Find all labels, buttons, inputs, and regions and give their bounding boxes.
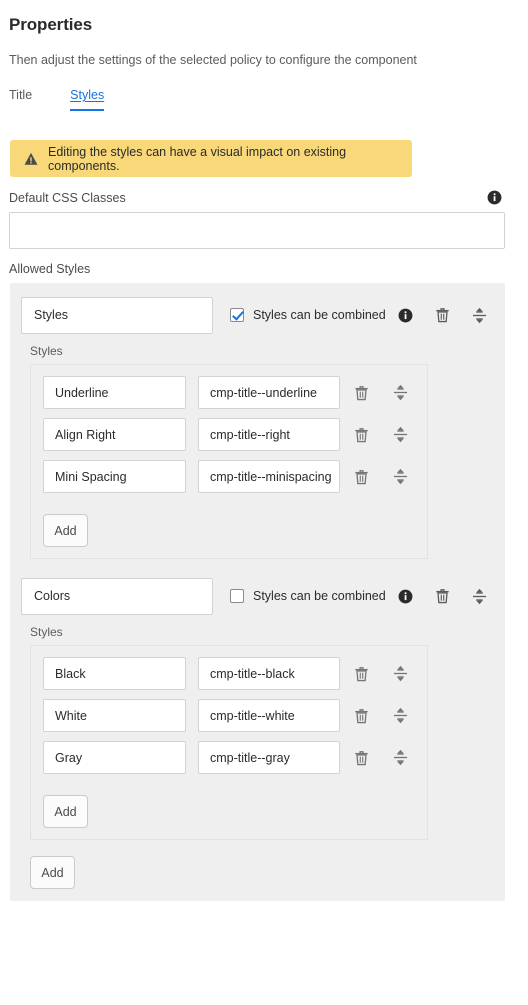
style-class-input[interactable]: cmp-title--underline (198, 376, 340, 409)
styles-sub-label: Styles (30, 344, 63, 358)
style-row: Black cmp-title--black (31, 657, 427, 690)
style-row: Mini Spacing cmp-title--minispacing (31, 460, 427, 493)
page-subtitle: Then adjust the settings of the selected… (9, 53, 417, 67)
styles-sub-label: Styles (30, 625, 63, 639)
group-actions (398, 307, 487, 324)
styles-can-be-combined-checkbox[interactable] (230, 308, 244, 322)
style-class-input[interactable]: cmp-title--black (198, 657, 340, 690)
drag-reorder-icon[interactable] (393, 665, 408, 682)
drag-reorder-icon[interactable] (393, 384, 408, 401)
style-row-actions (354, 384, 408, 401)
style-group: Colors Styles can be combined Styles Bla… (10, 576, 505, 840)
style-class-value: cmp-title--gray (210, 750, 290, 765)
properties-panel: Properties Then adjust the settings of t… (0, 0, 528, 1005)
style-row: White cmp-title--white (31, 699, 427, 732)
trash-icon[interactable] (354, 666, 369, 682)
style-name-input[interactable]: Underline (43, 376, 186, 409)
style-name-value: Align Right (55, 427, 116, 442)
add-style-button[interactable]: Add (43, 514, 88, 547)
style-class-value: cmp-title--right (210, 427, 290, 442)
style-name-value: White (55, 708, 87, 723)
add-style-button[interactable]: Add (43, 795, 88, 828)
style-class-value: cmp-title--minispacing (210, 469, 332, 484)
warning-banner: Editing the styles can have a visual imp… (10, 140, 412, 177)
style-name-value: Black (55, 666, 86, 681)
styles-can-be-combined-label: Styles can be combined (253, 308, 386, 322)
default-css-classes-label: Default CSS Classes (9, 191, 126, 205)
trash-icon[interactable] (435, 307, 450, 323)
trash-icon[interactable] (354, 708, 369, 724)
warning-triangle-icon (24, 152, 38, 165)
style-name-value: Underline (55, 385, 109, 400)
style-name-value: Mini Spacing (55, 469, 127, 484)
styles-can-be-combined-control[interactable]: Styles can be combined (230, 308, 386, 322)
page-title: Properties (9, 15, 93, 34)
allowed-styles-panel: Styles Styles can be combined Styles Und… (10, 283, 505, 901)
group-name-input[interactable]: Styles (21, 296, 213, 334)
style-class-input[interactable]: cmp-title--minispacing (198, 460, 340, 493)
group-name-value: Colors (34, 589, 71, 603)
trash-icon[interactable] (354, 385, 369, 401)
tab-bar: Title Styles (9, 88, 142, 111)
style-name-value: Gray (55, 750, 83, 765)
styles-can-be-combined-checkbox[interactable] (230, 589, 244, 603)
drag-reorder-icon[interactable] (472, 307, 487, 324)
tab-styles[interactable]: Styles (70, 88, 105, 111)
style-row: Underline cmp-title--underline (31, 376, 427, 409)
style-row-actions (354, 707, 408, 724)
style-row: Gray cmp-title--gray (31, 741, 427, 774)
styles-sub-panel: Underline cmp-title--underline Align Rig… (30, 364, 428, 559)
info-icon[interactable] (398, 589, 413, 604)
style-name-input[interactable]: Mini Spacing (43, 460, 186, 493)
style-class-input[interactable]: cmp-title--white (198, 699, 340, 732)
group-name-input[interactable]: Colors (21, 577, 213, 615)
trash-icon[interactable] (354, 427, 369, 443)
add-style-group-button[interactable]: Add (30, 856, 75, 889)
default-css-classes-input[interactable] (9, 212, 505, 249)
info-icon[interactable] (487, 190, 502, 205)
style-row: Align Right cmp-title--right (31, 418, 427, 451)
drag-reorder-icon[interactable] (393, 707, 408, 724)
trash-icon[interactable] (354, 469, 369, 485)
drag-reorder-icon[interactable] (393, 749, 408, 766)
style-class-input[interactable]: cmp-title--right (198, 418, 340, 451)
styles-can-be-combined-label: Styles can be combined (253, 589, 386, 603)
drag-reorder-icon[interactable] (472, 588, 487, 605)
style-group-header: Styles Styles can be combined (10, 295, 505, 335)
style-name-input[interactable]: Black (43, 657, 186, 690)
warning-text: Editing the styles can have a visual imp… (48, 144, 347, 173)
style-name-input[interactable]: White (43, 699, 186, 732)
style-class-value: cmp-title--white (210, 708, 295, 723)
styles-can-be-combined-control[interactable]: Styles can be combined (230, 589, 386, 603)
style-class-input[interactable]: cmp-title--gray (198, 741, 340, 774)
drag-reorder-icon[interactable] (393, 426, 408, 443)
trash-icon[interactable] (354, 750, 369, 766)
style-row-actions (354, 468, 408, 485)
style-group: Styles Styles can be combined Styles Und… (10, 295, 505, 559)
drag-reorder-icon[interactable] (393, 468, 408, 485)
style-name-input[interactable]: Align Right (43, 418, 186, 451)
style-class-value: cmp-title--underline (210, 385, 317, 400)
group-actions (398, 588, 487, 605)
style-name-input[interactable]: Gray (43, 741, 186, 774)
style-group-header: Colors Styles can be combined (10, 576, 505, 616)
trash-icon[interactable] (435, 588, 450, 604)
style-class-value: cmp-title--black (210, 666, 295, 681)
style-row-actions (354, 426, 408, 443)
styles-sub-panel: Black cmp-title--black White cmp-title--… (30, 645, 428, 840)
style-row-actions (354, 749, 408, 766)
tab-title[interactable]: Title (9, 88, 32, 111)
style-row-actions (354, 665, 408, 682)
allowed-styles-label: Allowed Styles (9, 262, 91, 276)
group-name-value: Styles (34, 308, 69, 322)
info-icon[interactable] (398, 308, 413, 323)
